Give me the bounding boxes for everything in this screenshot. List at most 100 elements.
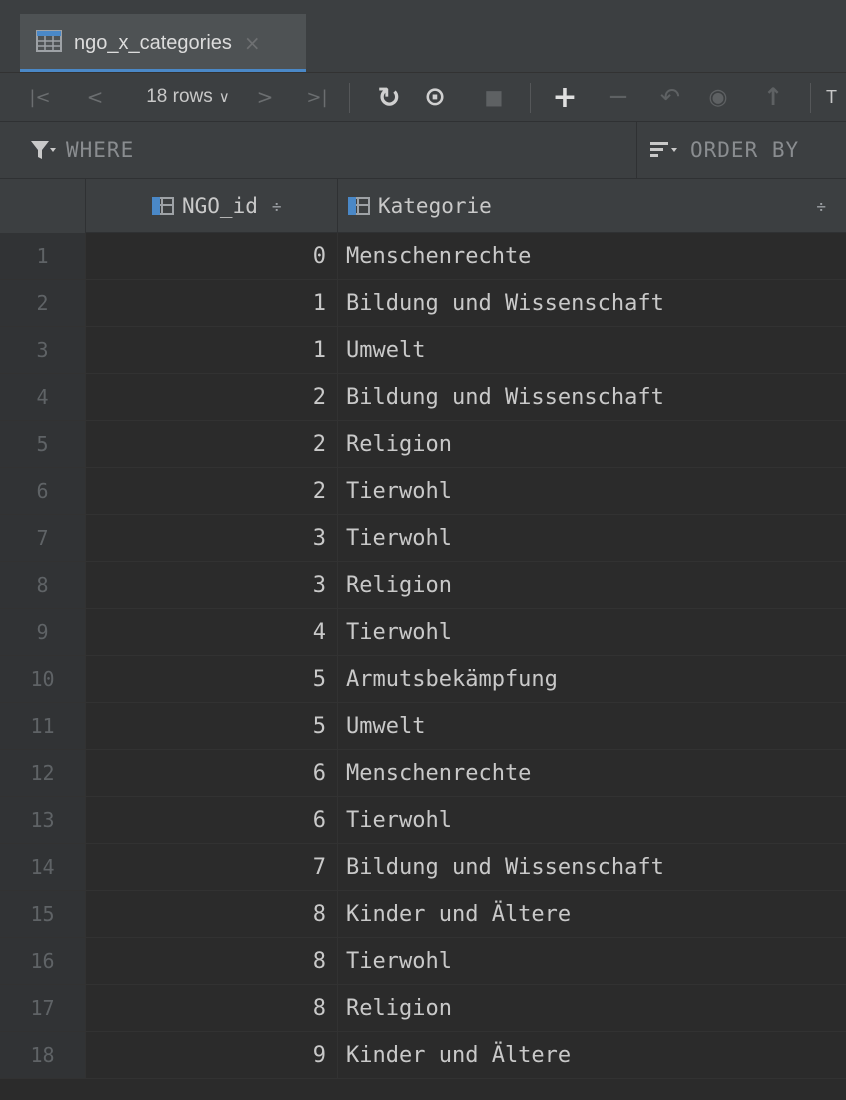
submit-icon[interactable]: ↑ <box>758 73 788 121</box>
table-row[interactable]: 4 2 Bildung und Wissenschaft <box>0 374 846 421</box>
row-number-header <box>0 179 85 233</box>
kategorie-cell[interactable]: Kinder und Ältere <box>346 1032 836 1078</box>
ngo-id-cell[interactable]: 2 <box>86 468 326 514</box>
column-divider <box>337 280 338 326</box>
rows-count-dropdown[interactable]: 18 rows ∨ <box>136 73 240 121</box>
revert-icon[interactable]: ↶ <box>655 73 685 121</box>
ngo-id-cell[interactable]: 7 <box>86 844 326 890</box>
row-number[interactable]: 1 <box>0 233 85 279</box>
ngo-id-cell[interactable]: 8 <box>86 938 326 984</box>
grid-toolbar: |< < 18 rows ∨ > >| ↻ ⊙ ■ + − ↶ ◉ ↑ T <box>0 72 846 121</box>
row-number[interactable]: 4 <box>0 374 85 420</box>
kategorie-cell[interactable]: Tierwohl <box>346 938 836 984</box>
next-page-icon[interactable]: > <box>252 73 278 121</box>
table-row[interactable]: 5 2 Religion <box>0 421 846 468</box>
ngo-id-cell[interactable]: 8 <box>86 985 326 1031</box>
row-number[interactable]: 15 <box>0 891 85 937</box>
table-row[interactable]: 1 0 Menschenrechte <box>0 233 846 280</box>
order-by-filter[interactable]: ORDER BY <box>650 122 799 178</box>
ngo-id-cell[interactable]: 2 <box>86 374 326 420</box>
row-number[interactable]: 18 <box>0 1032 85 1078</box>
row-number[interactable]: 3 <box>0 327 85 373</box>
query-history-icon[interactable]: ⊙ <box>418 73 452 121</box>
column-header-ngo-id[interactable]: NGO_id ÷ <box>152 179 282 233</box>
table-row[interactable]: 18 9 Kinder und Ältere <box>0 1032 846 1079</box>
ngo-id-cell[interactable]: 6 <box>86 750 326 796</box>
kategorie-cell[interactable]: Bildung und Wissenschaft <box>346 280 836 326</box>
stop-icon[interactable]: ■ <box>480 73 508 121</box>
last-page-icon[interactable]: >| <box>302 73 332 121</box>
table-row[interactable]: 13 6 Tierwohl <box>0 797 846 844</box>
editor-tab-bar: ngo_x_categories × <box>0 0 846 72</box>
preview-changes-icon[interactable]: ◉ <box>703 73 733 121</box>
kategorie-cell[interactable]: Menschenrechte <box>346 750 836 796</box>
ngo-id-cell[interactable]: 0 <box>86 233 326 279</box>
ngo-id-cell[interactable]: 8 <box>86 891 326 937</box>
kategorie-cell[interactable]: Tierwohl <box>346 609 836 655</box>
row-number[interactable]: 7 <box>0 515 85 561</box>
row-number[interactable]: 8 <box>0 562 85 608</box>
ngo-id-cell[interactable]: 5 <box>86 703 326 749</box>
table-row[interactable]: 15 8 Kinder und Ältere <box>0 891 846 938</box>
kategorie-cell[interactable]: Religion <box>346 562 836 608</box>
kategorie-cell[interactable]: Religion <box>346 421 836 467</box>
kategorie-cell[interactable]: Kinder und Ältere <box>346 891 836 937</box>
table-row[interactable]: 12 6 Menschenrechte <box>0 750 846 797</box>
row-number[interactable]: 10 <box>0 656 85 702</box>
table-row[interactable]: 7 3 Tierwohl <box>0 515 846 562</box>
tab-ngo-x-categories[interactable]: ngo_x_categories × <box>20 14 306 72</box>
kategorie-cell[interactable]: Umwelt <box>346 327 836 373</box>
table-row[interactable]: 6 2 Tierwohl <box>0 468 846 515</box>
row-number[interactable]: 9 <box>0 609 85 655</box>
table-row[interactable]: 8 3 Religion <box>0 562 846 609</box>
previous-page-icon[interactable]: < <box>82 73 108 121</box>
row-number[interactable]: 16 <box>0 938 85 984</box>
ngo-id-cell[interactable]: 2 <box>86 421 326 467</box>
sort-icon[interactable]: ÷ <box>272 197 282 216</box>
ngo-id-cell[interactable]: 9 <box>86 1032 326 1078</box>
refresh-icon[interactable]: ↻ <box>372 73 406 121</box>
ngo-id-cell[interactable]: 4 <box>86 609 326 655</box>
kategorie-cell[interactable]: Bildung und Wissenschaft <box>346 374 836 420</box>
ngo-id-cell[interactable]: 6 <box>86 797 326 843</box>
row-number[interactable]: 14 <box>0 844 85 890</box>
ngo-id-cell[interactable]: 3 <box>86 562 326 608</box>
kategorie-cell[interactable]: Tierwohl <box>346 797 836 843</box>
table-row[interactable]: 14 7 Bildung und Wissenschaft <box>0 844 846 891</box>
ngo-id-cell[interactable]: 5 <box>86 656 326 702</box>
row-number[interactable]: 11 <box>0 703 85 749</box>
kategorie-cell[interactable]: Tierwohl <box>346 515 836 561</box>
delete-row-icon[interactable]: − <box>603 73 633 121</box>
kategorie-cell[interactable]: Armutsbekämpfung <box>346 656 836 702</box>
row-number[interactable]: 2 <box>0 280 85 326</box>
toolbar-overflow-label[interactable]: T <box>826 73 846 121</box>
kategorie-cell[interactable]: Menschenrechte <box>346 233 836 279</box>
table-row[interactable]: 2 1 Bildung und Wissenschaft <box>0 280 846 327</box>
first-page-icon[interactable]: |< <box>26 73 54 121</box>
kategorie-cell[interactable]: Bildung und Wissenschaft <box>346 844 836 890</box>
row-number[interactable]: 6 <box>0 468 85 514</box>
ngo-id-cell[interactable]: 1 <box>86 327 326 373</box>
row-number[interactable]: 17 <box>0 985 85 1031</box>
ngo-id-cell[interactable]: 3 <box>86 515 326 561</box>
column-header-kategorie[interactable]: Kategorie ÷ <box>348 179 834 233</box>
row-number[interactable]: 13 <box>0 797 85 843</box>
row-number[interactable]: 5 <box>0 421 85 467</box>
table-icon <box>36 30 62 56</box>
where-filter[interactable]: WHERE <box>30 122 134 178</box>
ngo-id-cell[interactable]: 1 <box>86 280 326 326</box>
column-divider <box>337 891 338 937</box>
table-row[interactable]: 17 8 Religion <box>0 985 846 1032</box>
table-row[interactable]: 9 4 Tierwohl <box>0 609 846 656</box>
kategorie-cell[interactable]: Tierwohl <box>346 468 836 514</box>
row-number[interactable]: 12 <box>0 750 85 796</box>
table-row[interactable]: 11 5 Umwelt <box>0 703 846 750</box>
sort-icon[interactable]: ÷ <box>816 197 826 216</box>
table-row[interactable]: 3 1 Umwelt <box>0 327 846 374</box>
add-row-icon[interactable]: + <box>550 73 580 121</box>
table-row[interactable]: 10 5 Armutsbekämpfung <box>0 656 846 703</box>
kategorie-cell[interactable]: Religion <box>346 985 836 1031</box>
close-icon[interactable]: × <box>244 31 261 55</box>
table-row[interactable]: 16 8 Tierwohl <box>0 938 846 985</box>
kategorie-cell[interactable]: Umwelt <box>346 703 836 749</box>
